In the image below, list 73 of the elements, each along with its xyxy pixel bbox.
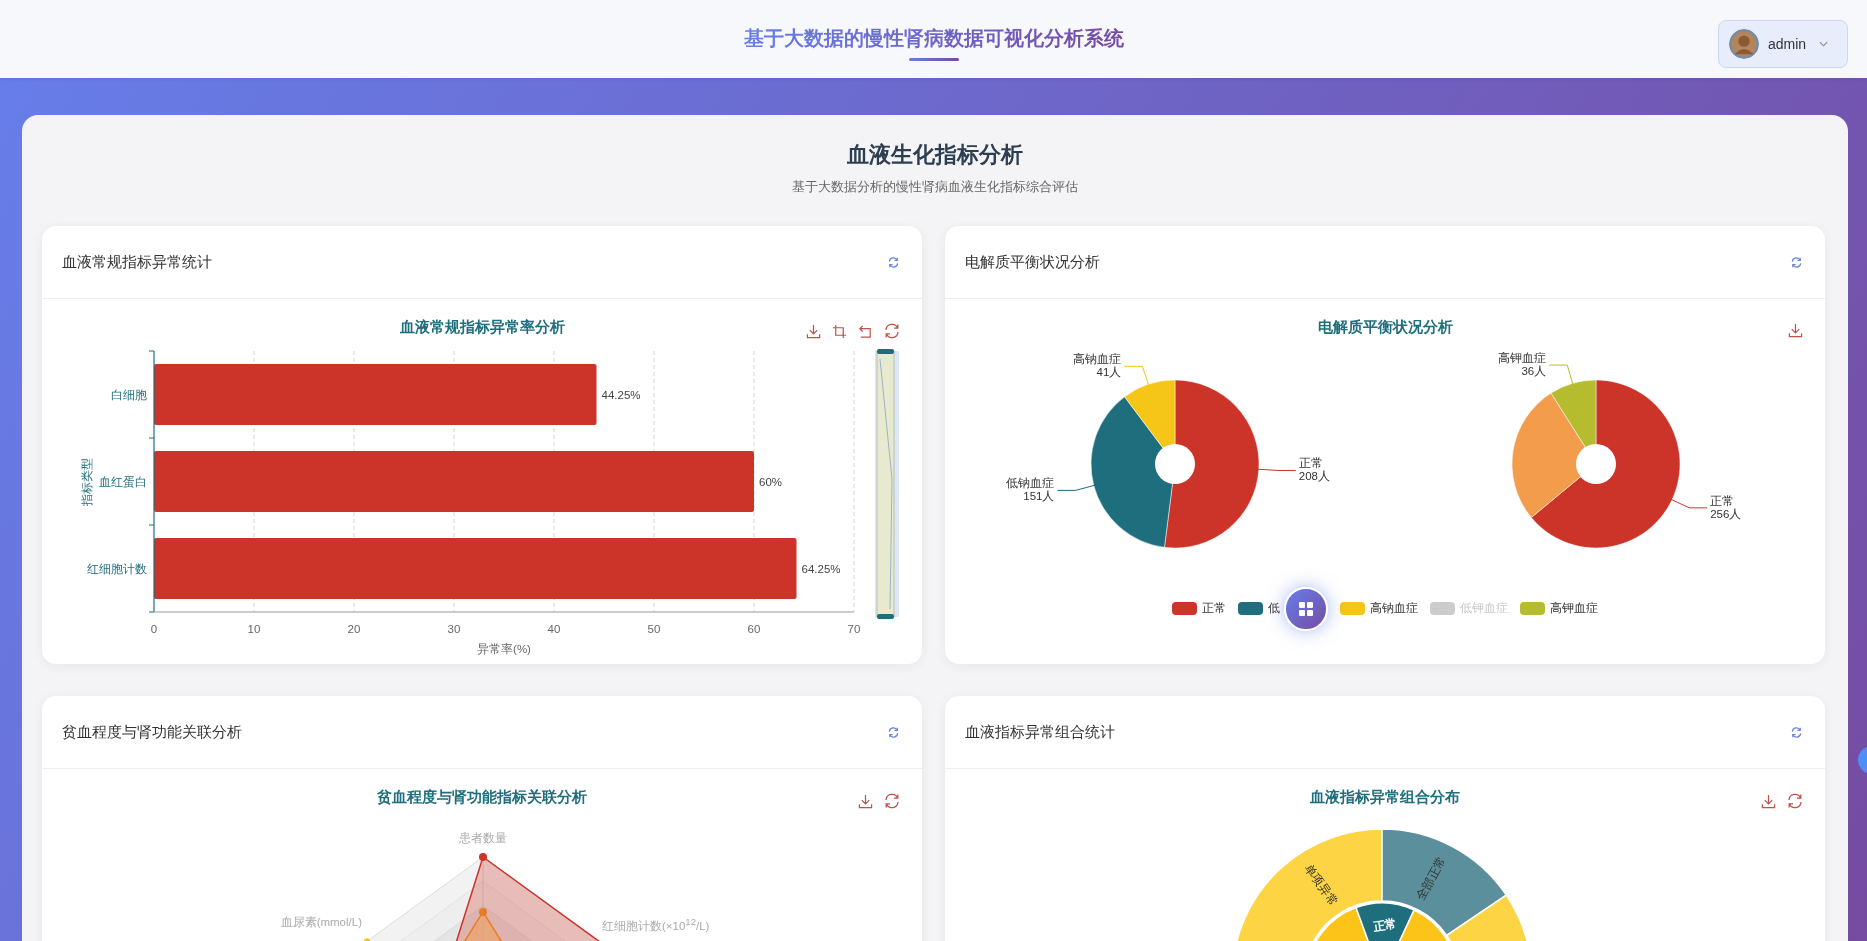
undo-icon[interactable] bbox=[858, 323, 873, 339]
legend-swatch[interactable] bbox=[1172, 602, 1197, 615]
refresh-icon[interactable] bbox=[1790, 725, 1803, 739]
slice-value: 41人 bbox=[1096, 366, 1122, 379]
slice-value: 151人 bbox=[1023, 490, 1055, 503]
legend-label[interactable]: 低 bbox=[1268, 601, 1280, 616]
crop-icon[interactable] bbox=[832, 323, 847, 339]
legend-label[interactable]: 高钠血症 bbox=[1370, 601, 1418, 616]
floating-menu-button[interactable] bbox=[1284, 586, 1328, 631]
zoom-slider[interactable] bbox=[875, 349, 899, 619]
slice-label: 正常 bbox=[1710, 494, 1735, 507]
card-title: 贫血程度与肾功能关联分析 bbox=[62, 722, 242, 742]
bar-value-label: 60% bbox=[759, 475, 783, 488]
grid-icon bbox=[1298, 600, 1314, 617]
card-title: 血液指标异常组合统计 bbox=[965, 722, 1115, 742]
refresh-icon[interactable] bbox=[1790, 255, 1803, 269]
axis-tick-label: 20 bbox=[347, 623, 361, 635]
category-label: 白细胞 bbox=[111, 388, 147, 401]
axis-tick-label: 30 bbox=[447, 623, 461, 635]
legend-swatch[interactable] bbox=[1520, 602, 1545, 615]
donut-hole bbox=[1155, 444, 1195, 484]
segment-label: 全部正常 bbox=[1413, 853, 1449, 903]
download-icon[interactable] bbox=[858, 793, 873, 809]
chevron-down-icon bbox=[1819, 41, 1829, 47]
download-icon[interactable] bbox=[1761, 793, 1776, 809]
restore-icon[interactable] bbox=[884, 323, 900, 339]
restore-icon[interactable] bbox=[884, 793, 900, 809]
category-label: 血红蛋白 bbox=[99, 475, 147, 488]
x-axis-title: 异常率(%) bbox=[477, 643, 531, 655]
bar-value-label: 44.25% bbox=[601, 388, 641, 401]
chart-title: 贫血程度与肾功能指标关联分析 bbox=[377, 788, 587, 805]
download-icon[interactable] bbox=[1788, 323, 1803, 338]
axis-tick-label: 70 bbox=[847, 623, 861, 635]
title-underline bbox=[908, 58, 959, 61]
chart-title: 血液常规指标异常率分析 bbox=[399, 318, 565, 335]
restore-icon[interactable] bbox=[1787, 793, 1803, 809]
axis-tick-label: 0 bbox=[150, 623, 158, 635]
slice-label: 高钾血症 bbox=[1498, 352, 1547, 365]
slice-value: 36人 bbox=[1521, 365, 1547, 378]
legend-swatch[interactable] bbox=[1238, 602, 1263, 615]
user-menu-button[interactable]: admin bbox=[1718, 20, 1848, 68]
slice-value: 256人 bbox=[1710, 507, 1742, 520]
axis-tick-label: 60 bbox=[747, 623, 761, 635]
card-title: 血液常规指标异常统计 bbox=[62, 252, 212, 272]
axis-tick-label: 50 bbox=[647, 623, 661, 635]
y-axis-title: 指标类型 bbox=[81, 457, 93, 506]
category-label: 红细胞计数 bbox=[87, 562, 147, 575]
bar-value-label: 64.25% bbox=[801, 562, 841, 575]
refresh-icon[interactable] bbox=[887, 255, 900, 269]
legend-label[interactable]: 高钾血症 bbox=[1550, 601, 1598, 616]
donut-hole bbox=[1576, 444, 1616, 484]
card-title: 电解质平衡状况分析 bbox=[965, 252, 1100, 272]
download-icon[interactable] bbox=[806, 323, 821, 339]
refresh-icon[interactable] bbox=[887, 725, 900, 739]
page-title: 血液生化指标分析 bbox=[846, 141, 1024, 169]
legend-label[interactable]: 正常 bbox=[1202, 601, 1226, 616]
slice-label: 低钠血症 bbox=[1006, 477, 1055, 490]
axis-label: 红细胞计数(×10$^{12}$/L) bbox=[602, 915, 710, 933]
chart-title: 血液指标异常组合分布 bbox=[1310, 788, 1460, 805]
slice-label: 高钠血症 bbox=[1073, 353, 1122, 366]
segment-label: 正常 bbox=[1372, 916, 1398, 934]
chart-title: 电解质平衡状况分析 bbox=[1317, 318, 1453, 335]
slice-label: 正常 bbox=[1298, 457, 1323, 470]
page-subtitle: 基于大数据分析的慢性肾病血液生化指标综合评估 bbox=[791, 179, 1079, 196]
avatar-icon bbox=[1729, 29, 1759, 59]
system-title: 基于大数据的慢性肾病数据可视化分析系统 bbox=[743, 25, 1124, 52]
segment-label: 单项异常 bbox=[1301, 861, 1341, 909]
axis-tick-label: 40 bbox=[547, 623, 561, 635]
axis-label: 患者数量 bbox=[459, 831, 507, 845]
slice-value: 208人 bbox=[1298, 470, 1330, 483]
axis-tick-label: 10 bbox=[247, 623, 261, 635]
legend-swatch[interactable] bbox=[1340, 602, 1365, 615]
axis-label: 血尿素(mmol/L) bbox=[280, 915, 362, 929]
